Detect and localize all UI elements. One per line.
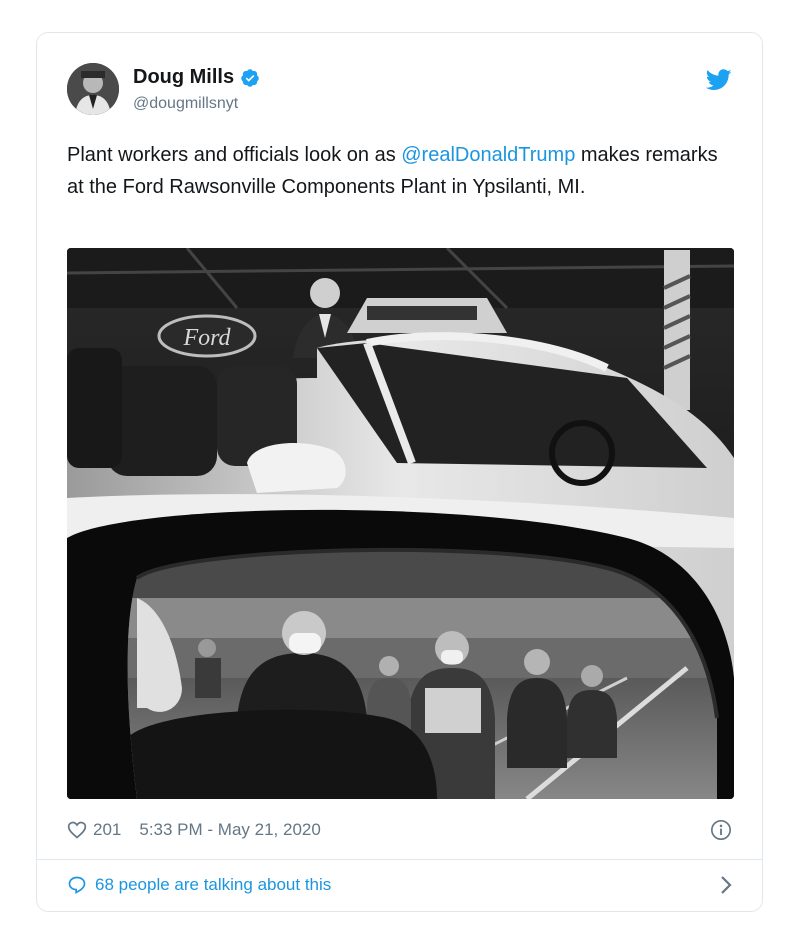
tweet-text-before: Plant workers and officials look on as [67,144,402,166]
ford-logo: Ford [182,325,231,351]
tweet-meta: 201 5:33 PM - May 21, 2020 [67,816,321,844]
verified-badge-icon [241,68,259,87]
tweet-timestamp[interactable]: 5:33 PM - May 21, 2020 [139,820,320,840]
author-handle[interactable]: @dougmillsnyt [133,95,238,113]
talking-count-text[interactable]: 68 people are talking about this [95,875,331,895]
tweet-text: Plant workers and officials look on as @… [67,139,727,203]
divider [37,859,762,860]
chevron-right-icon[interactable] [720,875,732,895]
tweet-photo[interactable]: Ford [67,248,734,799]
author-display-name[interactable]: Doug Mills [133,66,234,89]
info-icon[interactable] [710,819,732,841]
twitter-bird-icon[interactable] [706,69,732,91]
tweet-card: Doug Mills @dougmillsnyt Plant workers a… [36,32,763,912]
author-name-row: Doug Mills [133,66,260,89]
avatar[interactable] [67,63,119,115]
heart-icon[interactable] [67,820,87,840]
mention-link[interactable]: @realDonaldTrump [401,144,575,166]
conversation-link[interactable]: 68 people are talking about this [67,871,732,899]
speech-bubble-icon [68,876,86,894]
like-count[interactable]: 201 [93,820,121,840]
